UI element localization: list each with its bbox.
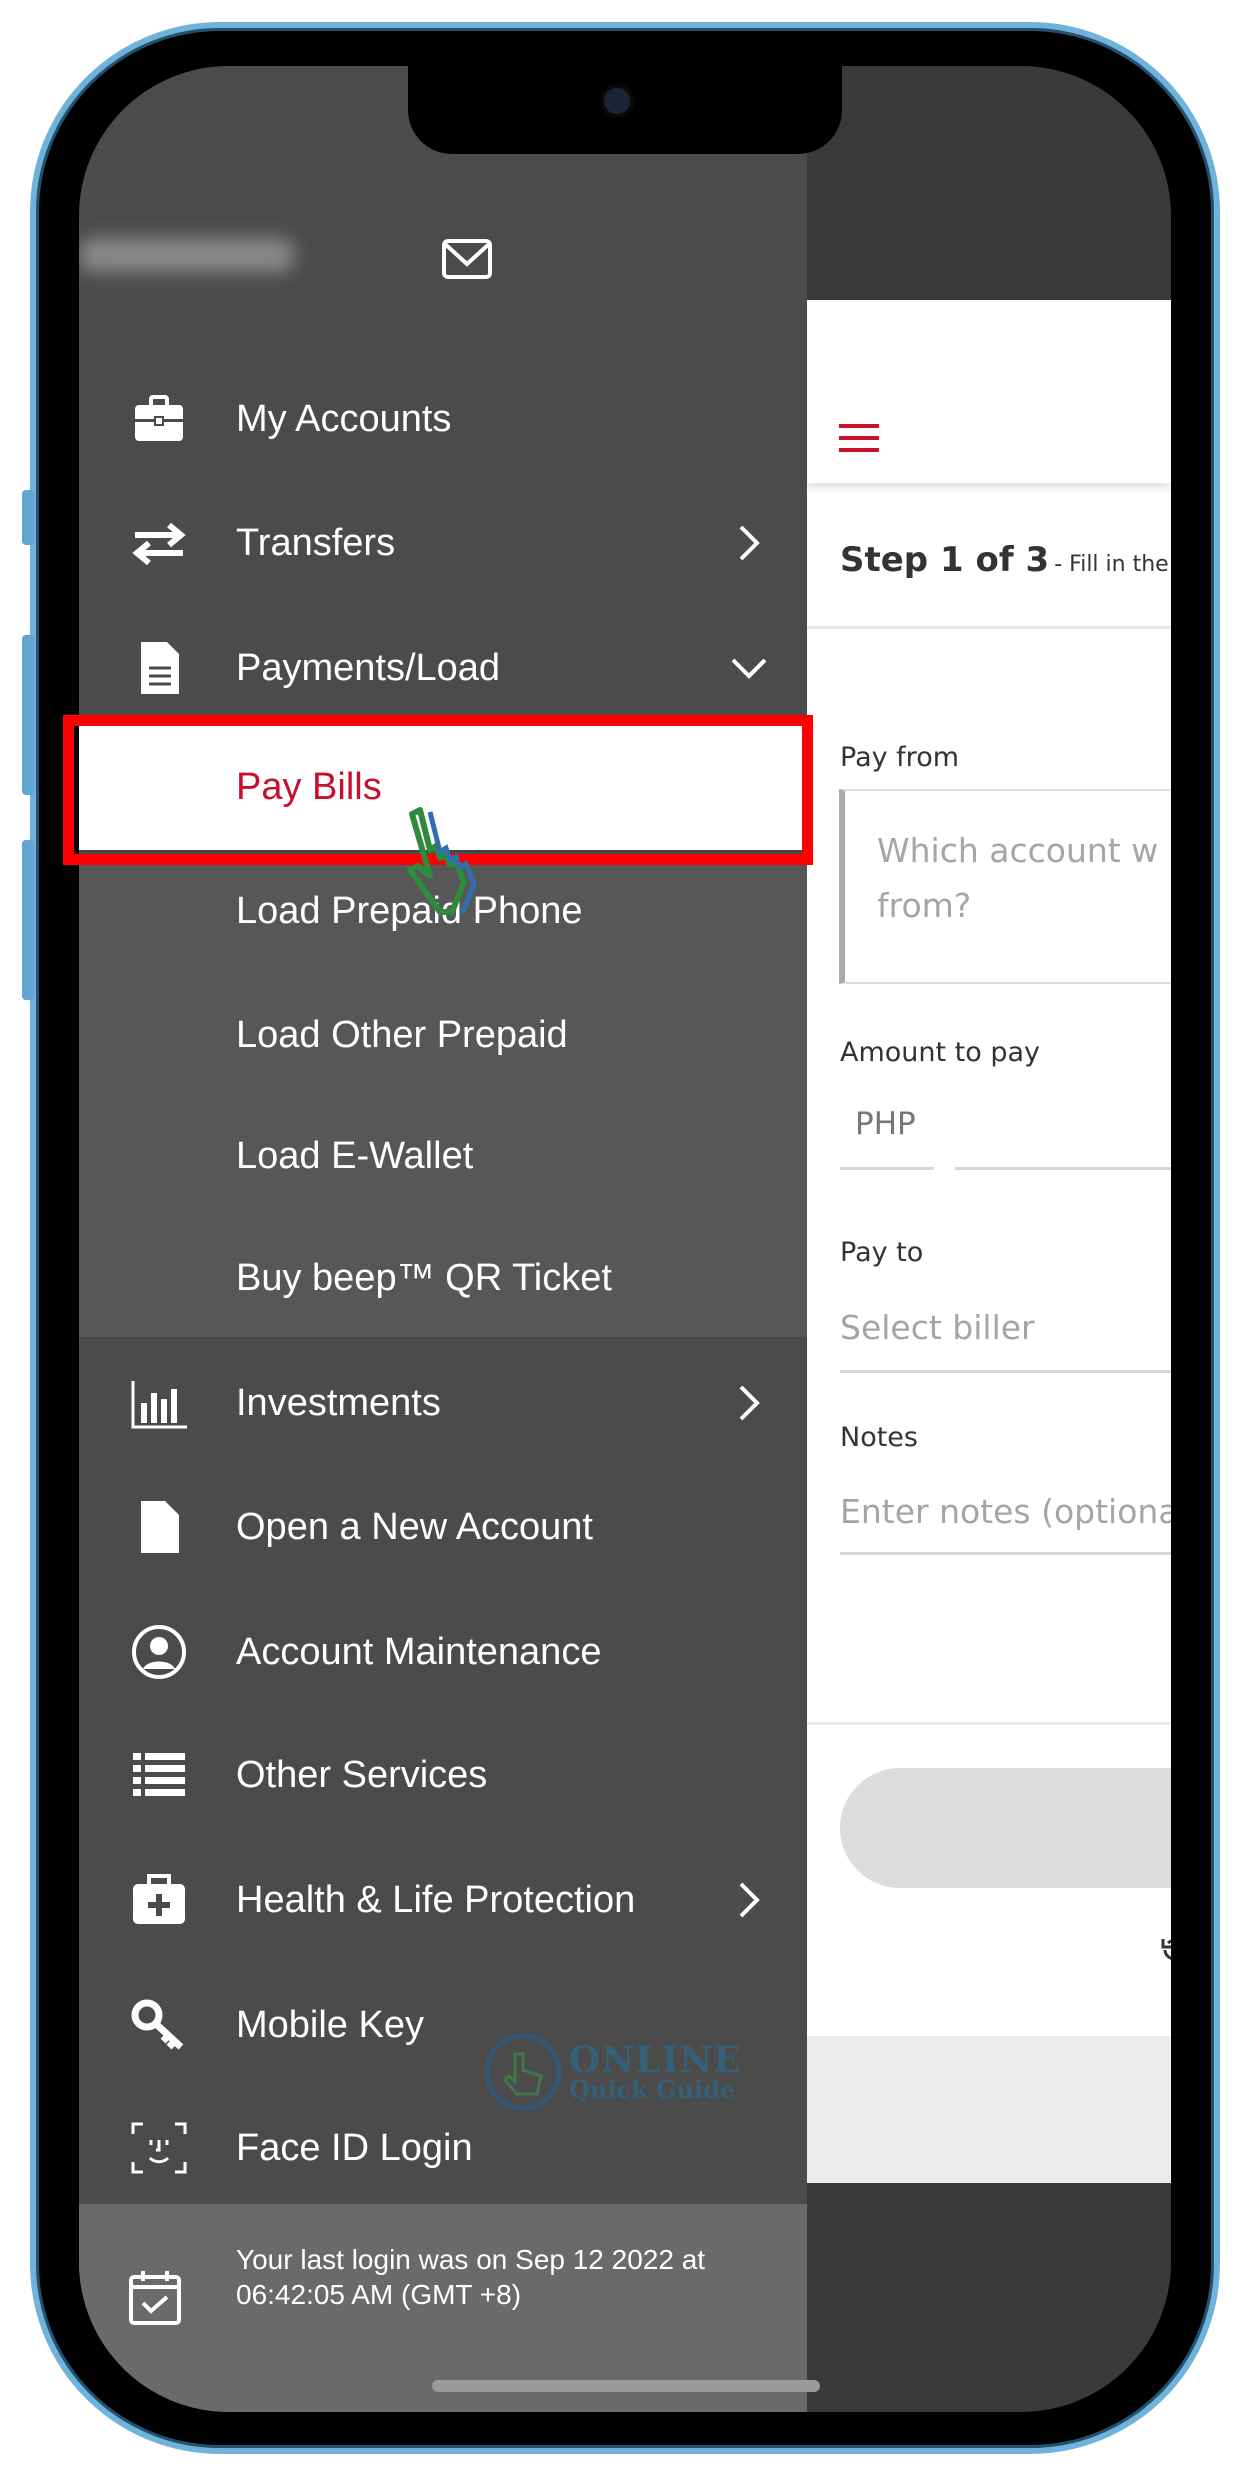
list-icon (133, 1753, 185, 1796)
pay-from-label: Pay from (840, 742, 960, 773)
chevron-right-icon (739, 1385, 760, 1421)
submenu-item-buy-beep-qr[interactable]: Buy beep™ QR Ticket (79, 1218, 807, 1338)
chevron-down-icon (731, 658, 767, 679)
amount-input[interactable] (955, 1100, 1171, 1170)
currency-select[interactable]: PHP (855, 1106, 916, 1142)
phone-screen: Step 1 of 3 - Fill in the Pay from Which… (79, 66, 1171, 2412)
submenu-item-label: Load E-Wallet (236, 1134, 474, 1177)
sidebar-item-label: Account Maintenance (236, 1630, 602, 1673)
file-icon (141, 1501, 179, 1553)
pay-bills-form-panel: Step 1 of 3 - Fill in the Pay from Which… (807, 300, 1171, 2183)
sidebar-item-label: Transfers (236, 521, 396, 564)
last-login-line2: 06:42:05 AM (GMT +8) (236, 2279, 522, 2310)
pay-from-placeholder: Which account w (877, 831, 1159, 870)
medical-kit-icon (133, 1874, 185, 1924)
pay-from-select[interactable]: Which account w from? (839, 789, 1171, 984)
notes-label: Notes (840, 1422, 918, 1453)
face-id-icon (131, 2122, 187, 2174)
chevron-right-icon (739, 525, 760, 561)
document-icon (141, 642, 179, 694)
phone-volume-down (22, 840, 34, 1000)
last-login-line1: Your last login was on Sep 12 2022 at (236, 2244, 706, 2275)
pay-to-label: Pay to (840, 1237, 924, 1268)
sidebar-item-label: Payments/Load (236, 646, 501, 689)
step-text: Step 1 of 3 (840, 540, 1050, 580)
briefcase-icon (135, 395, 183, 441)
online-quick-guide-watermark: ONLINE Quick Guide (483, 2032, 742, 2112)
calendar-check-icon (129, 2271, 181, 2325)
sidebar-item-my-accounts[interactable]: My Accounts (79, 359, 807, 479)
watermark-line1: ONLINE (569, 2039, 742, 2081)
submenu-item-load-other-prepaid[interactable]: Load Other Prepaid (79, 975, 807, 1095)
key-icon (131, 1999, 184, 2050)
front-camera (604, 88, 630, 114)
sidebar-item-open-new-account[interactable]: Open a New Account (79, 1467, 807, 1587)
watermark-logo-icon (484, 2033, 562, 2111)
next-button[interactable] (840, 1768, 1171, 1888)
submenu-item-label: Buy beep™ QR Ticket (236, 1256, 612, 1299)
sidebar-item-label: My Accounts (236, 397, 452, 440)
step-hint: - Fill in the (1054, 552, 1169, 577)
mail-icon[interactable] (441, 238, 493, 280)
hand-pointer-icon (407, 807, 477, 915)
sidebar-item-payments-load[interactable]: Payments/Load (79, 608, 807, 728)
sidebar-item-label: Face ID Login (236, 2126, 473, 2169)
hamburger-menu-icon[interactable] (839, 424, 879, 454)
submenu-item-load-e-wallet[interactable]: Load E-Wallet (79, 1096, 807, 1216)
sidebar-item-other-services[interactable]: Other Services (79, 1715, 807, 1835)
phone-notch (408, 66, 842, 154)
watermark-line2: Quick Guide (569, 2075, 736, 2104)
phone-volume-up (22, 635, 34, 795)
panel-footer (807, 2036, 1171, 2183)
sidebar-item-account-maintenance[interactable]: Account Maintenance (79, 1592, 807, 1712)
pay-from-placeholder-2: from? (877, 886, 972, 925)
side-menu: My Accounts Transfers Payments/Load Pay … (79, 66, 807, 2412)
sidebar-item-label: Investments (236, 1381, 441, 1424)
notes-input[interactable]: Enter notes (optional) (840, 1492, 1171, 1531)
sidebar-item-health-life-protection[interactable]: Health & Life Protection (79, 1840, 807, 1960)
submenu-item-label: Load Other Prepaid (236, 1013, 568, 1056)
phone-side-button (22, 490, 34, 545)
sidebar-item-investments[interactable]: Investments (79, 1343, 807, 1463)
home-indicator[interactable] (432, 2380, 820, 2392)
app-header (807, 300, 1171, 483)
user-circle-icon (132, 1625, 186, 1679)
amount-label: Amount to pay (840, 1037, 1041, 1068)
sidebar-item-label: Other Services (236, 1753, 488, 1796)
step-indicator: Step 1 of 3 - Fill in the (840, 540, 1169, 580)
refresh-icon[interactable] (1159, 1935, 1171, 1965)
sidebar-item-label: Open a New Account (236, 1505, 593, 1548)
sidebar-item-label: Health & Life Protection (236, 1878, 636, 1921)
sidebar-item-label: Mobile Key (236, 2003, 424, 2046)
pay-to-select[interactable]: Select biller (840, 1308, 1035, 1347)
sidebar-item-transfers[interactable]: Transfers (79, 483, 807, 603)
chevron-right-icon (739, 1882, 760, 1918)
transfer-arrows-icon (132, 522, 186, 566)
bar-chart-icon (131, 1381, 187, 1429)
user-name-blurred (79, 226, 299, 286)
